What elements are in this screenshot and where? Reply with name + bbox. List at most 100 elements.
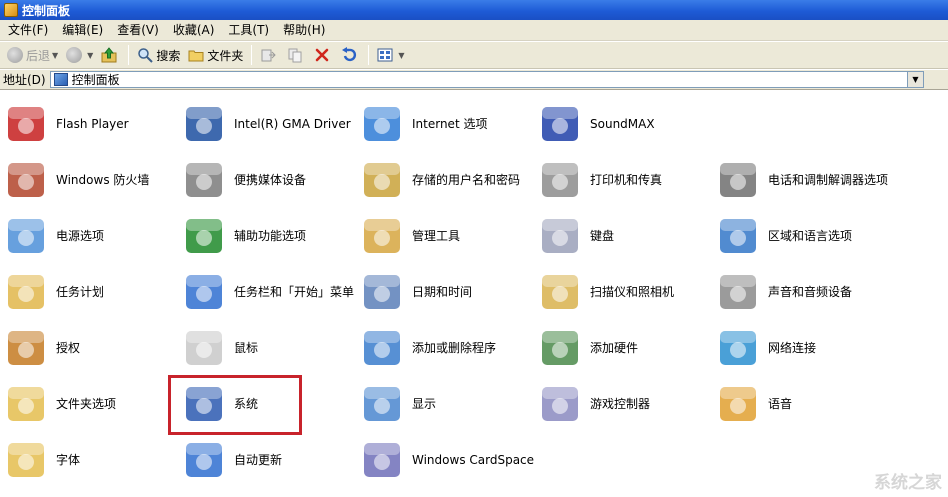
- folder-options-icon: [2, 380, 50, 428]
- address-input[interactable]: 控制面板 ▼: [49, 71, 924, 88]
- control-panel-item[interactable]: Flash Player: [2, 99, 180, 149]
- control-panel-item[interactable]: 字体: [2, 435, 180, 485]
- menu-view[interactable]: 查看(V): [111, 21, 167, 40]
- delete-x-icon: [316, 48, 329, 62]
- control-panel-item[interactable]: 任务栏和「开始」菜单: [180, 267, 358, 317]
- control-panel-item-label: 便携媒体设备: [234, 173, 307, 187]
- toolbar-separator: [128, 45, 130, 65]
- control-panel-item-label: 日期和时间: [412, 285, 473, 299]
- network-connections-icon: [714, 324, 762, 372]
- copy-to-button[interactable]: [283, 44, 310, 67]
- menu-favorites[interactable]: 收藏(A): [167, 21, 223, 40]
- control-panel-item[interactable]: 区域和语言选项: [714, 211, 892, 261]
- automatic-updates-icon: [180, 436, 228, 484]
- control-panel-item[interactable]: 电话和调制解调器选项: [714, 155, 892, 205]
- menu-tools[interactable]: 工具(T): [222, 21, 277, 40]
- control-panel-item-label: 游戏控制器: [590, 397, 651, 411]
- control-panel-item[interactable]: 键盘: [536, 211, 714, 261]
- control-panel-item[interactable]: 显示: [358, 379, 536, 429]
- admin-tools-icon: [358, 212, 406, 260]
- power-options-icon: [2, 212, 50, 260]
- control-panel-item[interactable]: 鼠标: [180, 323, 358, 373]
- control-panel-item[interactable]: 自动更新: [180, 435, 358, 485]
- control-panel-item[interactable]: 存储的用户名和密码: [358, 155, 536, 205]
- up-folder-icon: [101, 47, 117, 63]
- copy-to-icon: [288, 48, 302, 63]
- control-panel-item-label: 语音: [768, 397, 793, 411]
- control-panel-item[interactable]: Intel(R) GMA Driver: [180, 99, 358, 149]
- control-panel-item-label: 授权: [56, 341, 81, 355]
- control-panel-item-label: 存储的用户名和密码: [412, 173, 521, 187]
- control-panel-item[interactable]: 管理工具: [358, 211, 536, 261]
- keyboard-icon: [536, 212, 584, 260]
- control-panel-item[interactable]: 便携媒体设备: [180, 155, 358, 205]
- control-panel-item[interactable]: 游戏控制器: [536, 379, 714, 429]
- control-panel-item-label: 任务栏和「开始」菜单: [234, 285, 355, 299]
- control-panel-item[interactable]: 添加硬件: [536, 323, 714, 373]
- menu-bar: 文件(F) 编辑(E) 查看(V) 收藏(A) 工具(T) 帮助(H): [0, 20, 948, 41]
- control-panel-item-label: Windows CardSpace: [412, 453, 535, 467]
- chevron-down-icon: ▼: [52, 50, 59, 60]
- control-panel-item-label: 电话和调制解调器选项: [768, 173, 889, 187]
- intel-gma-icon: [180, 100, 228, 148]
- control-panel-item-label: 系统: [234, 397, 259, 411]
- control-panel-item-label: 显示: [412, 397, 437, 411]
- search-button[interactable]: 搜索: [133, 44, 184, 67]
- control-panel-item[interactable]: SoundMAX: [536, 99, 714, 149]
- game-controllers-icon: [536, 380, 584, 428]
- window-title: 控制面板: [22, 3, 71, 18]
- back-arrow-icon: [7, 47, 23, 63]
- move-to-button[interactable]: [256, 44, 283, 67]
- address-value: 控制面板: [71, 73, 120, 87]
- control-panel-item-label: 辅助功能选项: [234, 229, 307, 243]
- firewall-icon: [2, 156, 50, 204]
- control-panel-item[interactable]: 声音和音频设备: [714, 267, 892, 317]
- control-panel-item[interactable]: 辅助功能选项: [180, 211, 358, 261]
- control-panel-item[interactable]: 文件夹选项: [2, 379, 180, 429]
- up-button[interactable]: [97, 44, 124, 67]
- views-button[interactable]: ▼: [373, 44, 408, 67]
- control-panel-icon: [53, 73, 68, 86]
- toolbar-separator: [251, 45, 253, 65]
- scanner-camera-icon: [536, 268, 584, 316]
- folders-button[interactable]: 文件夹: [184, 44, 247, 67]
- display-icon: [358, 380, 406, 428]
- menu-edit[interactable]: 编辑(E): [56, 21, 111, 40]
- menu-file[interactable]: 文件(F): [2, 21, 56, 40]
- control-panel-item[interactable]: 电源选项: [2, 211, 180, 261]
- window-titlebar: 控制面板: [0, 0, 948, 20]
- address-dropdown-button[interactable]: ▼: [907, 71, 924, 88]
- control-panel-item[interactable]: 系统: [180, 379, 358, 429]
- control-panel-item[interactable]: Internet 选项: [358, 99, 536, 149]
- control-panel-item-label: 声音和音频设备: [768, 285, 853, 299]
- control-panel-item[interactable]: Windows 防火墙: [2, 155, 180, 205]
- control-panel-item-label: 文件夹选项: [56, 397, 117, 411]
- menu-help[interactable]: 帮助(H): [277, 21, 333, 40]
- control-panel-item[interactable]: 扫描仪和照相机: [536, 267, 714, 317]
- control-panel-item[interactable]: 网络连接: [714, 323, 892, 373]
- control-panel-item-label: 扫描仪和照相机: [590, 285, 675, 299]
- control-panel-item[interactable]: 打印机和传真: [536, 155, 714, 205]
- control-panel-icon: [4, 3, 18, 17]
- printer-icon: [536, 156, 584, 204]
- chevron-down-icon: ▼: [87, 50, 94, 60]
- scheduled-tasks-icon: [2, 268, 50, 316]
- control-panel-item[interactable]: Windows CardSpace: [358, 435, 536, 485]
- control-panel-item[interactable]: 授权: [2, 323, 180, 373]
- control-panel-items: 系统之家 Flash Player Intel(R) GMA Driver Inte…: [0, 91, 948, 497]
- forward-arrow-icon: [66, 47, 83, 63]
- control-panel-item[interactable]: 语音: [714, 379, 892, 429]
- control-panel-item[interactable]: 添加或删除程序: [358, 323, 536, 373]
- forward-button[interactable]: ▼: [62, 44, 97, 67]
- stored-passwords-icon: [358, 156, 406, 204]
- control-panel-item-label: 鼠标: [234, 341, 259, 355]
- license-icon: [2, 324, 50, 372]
- phone-modem-icon: [714, 156, 762, 204]
- control-panel-item[interactable]: 任务计划: [2, 267, 180, 317]
- system-icon: [180, 380, 228, 428]
- control-panel-item[interactable]: 日期和时间: [358, 267, 536, 317]
- undo-button[interactable]: [337, 44, 364, 67]
- views-icon: [377, 48, 393, 62]
- back-button[interactable]: 后退 ▼: [3, 44, 62, 67]
- delete-button[interactable]: [310, 44, 337, 67]
